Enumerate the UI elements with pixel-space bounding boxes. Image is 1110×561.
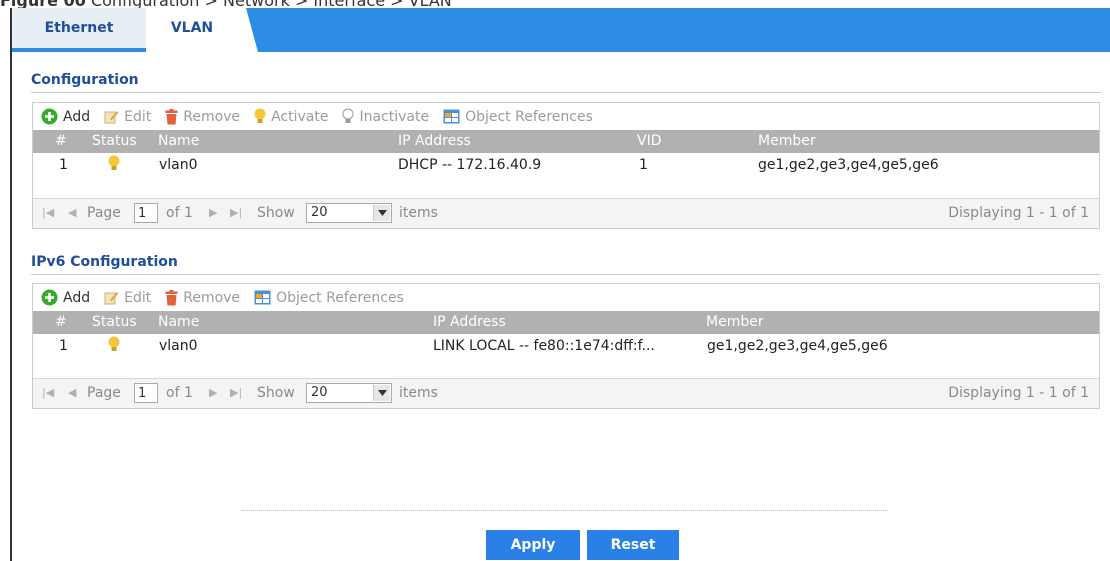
configuration-panel: Add Edit Remove Activate Inactivate Obje… <box>32 102 1100 229</box>
tab-vlan[interactable]: VLAN <box>146 8 238 52</box>
items-label: items <box>399 385 438 401</box>
object-references-icon <box>443 109 460 124</box>
row-name: vlan0 <box>159 338 198 354</box>
last-page-icon[interactable]: ▶| <box>230 386 242 399</box>
column-header-name[interactable]: Name <box>158 314 199 330</box>
ipv6-edit-button[interactable]: Edit <box>104 290 151 306</box>
trash-icon <box>165 289 178 306</box>
row-ip-address: LINK LOCAL -- fe80::1e74:dff:f... <box>433 338 655 354</box>
object-references-icon <box>254 290 271 305</box>
page-number-input[interactable] <box>134 203 158 223</box>
items-per-page-select[interactable]: 20 <box>306 383 392 403</box>
page-of-label: of 1 <box>166 385 193 401</box>
displaying-label: Displaying 1 - 1 of 1 <box>948 205 1089 221</box>
chevron-down-icon <box>373 385 390 401</box>
column-header-number[interactable]: # <box>55 314 67 330</box>
page-number-input[interactable] <box>134 383 158 403</box>
items-per-page-select[interactable]: 20 <box>306 203 392 223</box>
first-page-icon[interactable]: |◀ <box>42 386 54 399</box>
reset-button[interactable]: Reset <box>587 530 679 560</box>
ipv6-configuration-panel: Add Edit Remove Object References # Stat… <box>32 283 1100 409</box>
configuration-title: Configuration <box>31 72 139 88</box>
show-label: Show <box>257 205 295 221</box>
column-header-ip-address[interactable]: IP Address <box>433 314 506 330</box>
row-member: ge1,ge2,ge3,ge4,ge5,ge6 <box>707 338 888 354</box>
ipv6-table-header: # Status Name IP Address Member <box>33 311 1099 334</box>
column-header-vid[interactable]: VID <box>637 133 662 149</box>
ipv6-toolbar: Add Edit Remove Object References <box>33 284 1099 311</box>
activate-button[interactable]: Activate <box>254 108 328 125</box>
lightbulb-off-icon <box>342 108 354 125</box>
next-page-icon[interactable]: ▶ <box>209 386 217 399</box>
edit-icon <box>104 290 119 305</box>
displaying-label: Displaying 1 - 1 of 1 <box>948 385 1089 401</box>
row-member: ge1,ge2,ge3,ge4,ge5,ge6 <box>758 157 939 173</box>
prev-page-icon[interactable]: ◀ <box>68 206 76 219</box>
tab-ethernet[interactable]: Ethernet <box>12 8 146 48</box>
chevron-down-icon <box>373 205 390 221</box>
show-label: Show <box>257 385 295 401</box>
edit-button[interactable]: Edit <box>104 109 151 125</box>
page-of-label: of 1 <box>166 205 193 221</box>
lightbulb-on-icon <box>108 155 120 176</box>
row-ip-address: DHCP -- 172.16.40.9 <box>398 157 542 173</box>
lightbulb-on-icon <box>254 108 266 125</box>
configuration-pager: |◀ ◀ Page of 1 ▶ ▶| Show 20 items Displa… <box>33 198 1099 228</box>
table-row[interactable]: 1 vlan0 DHCP -- 172.16.40.9 1 ge1,ge2,ge… <box>33 153 1099 177</box>
remove-button[interactable]: Remove <box>165 108 240 125</box>
column-header-number[interactable]: # <box>55 133 67 149</box>
apply-button[interactable]: Apply <box>486 530 580 560</box>
ipv6-configuration-title: IPv6 Configuration <box>31 254 178 270</box>
column-header-ip-address[interactable]: IP Address <box>398 133 471 149</box>
row-number: 1 <box>59 338 68 354</box>
column-header-name[interactable]: Name <box>158 133 199 149</box>
vlan-page: Ethernet VLAN Configuration Add Edit Rem… <box>10 8 1110 561</box>
ipv6-add-button[interactable]: Add <box>41 289 90 306</box>
prev-page-icon[interactable]: ◀ <box>68 386 76 399</box>
tab-slant <box>238 8 258 52</box>
ipv6-object-references-button[interactable]: Object References <box>254 290 404 306</box>
row-name: vlan0 <box>159 157 198 173</box>
row-number: 1 <box>59 157 68 173</box>
tab-bar: Ethernet VLAN <box>12 8 1110 52</box>
column-header-member[interactable]: Member <box>706 314 764 330</box>
page-label: Page <box>87 385 121 401</box>
column-header-status[interactable]: Status <box>92 133 137 149</box>
first-page-icon[interactable]: |◀ <box>42 206 54 219</box>
column-header-member[interactable]: Member <box>758 133 816 149</box>
inactivate-button[interactable]: Inactivate <box>342 108 429 125</box>
object-references-button[interactable]: Object References <box>443 109 593 125</box>
last-page-icon[interactable]: ▶| <box>230 206 242 219</box>
ipv6-remove-button[interactable]: Remove <box>165 289 240 306</box>
lightbulb-on-icon <box>108 336 120 357</box>
add-icon <box>41 289 58 306</box>
table-row[interactable]: 1 vlan0 LINK LOCAL -- fe80::1e74:dff:f..… <box>33 334 1099 358</box>
trash-icon <box>165 108 178 125</box>
items-label: items <box>399 205 438 221</box>
section-divider <box>31 274 1101 275</box>
add-button[interactable]: Add <box>41 108 90 125</box>
add-icon <box>41 108 58 125</box>
section-divider <box>31 92 1101 93</box>
page-label: Page <box>87 205 121 221</box>
configuration-table-header: # Status Name IP Address VID Member <box>33 130 1099 153</box>
ipv6-pager: |◀ ◀ Page of 1 ▶ ▶| Show 20 items Displa… <box>33 378 1099 408</box>
next-page-icon[interactable]: ▶ <box>209 206 217 219</box>
edit-icon <box>104 109 119 124</box>
footer-divider <box>242 510 888 511</box>
row-vid: 1 <box>639 157 648 173</box>
configuration-toolbar: Add Edit Remove Activate Inactivate Obje… <box>33 103 1099 130</box>
column-header-status[interactable]: Status <box>92 314 137 330</box>
